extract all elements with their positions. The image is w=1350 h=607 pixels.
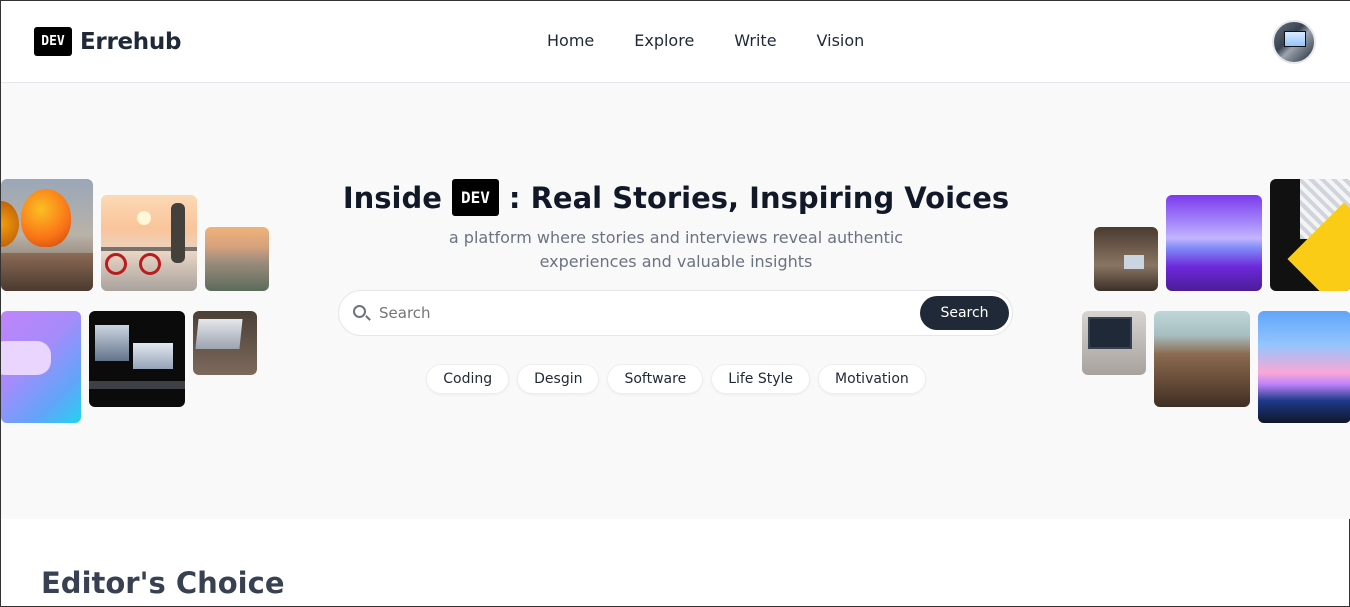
avatar-photo (1284, 31, 1306, 47)
search-button[interactable]: Search (920, 296, 1009, 330)
brand-name: Errehub (80, 28, 182, 55)
nav-link-home[interactable]: Home (547, 31, 594, 50)
category-tags: Coding Desgin Software Life Style Motiva… (1, 364, 1350, 394)
nav-link-write[interactable]: Write (734, 31, 776, 50)
hero-title-prefix: Inside (342, 180, 442, 215)
user-avatar[interactable] (1272, 20, 1316, 64)
tag-design[interactable]: Desgin (517, 364, 600, 394)
dev-title-badge: DEV (451, 179, 499, 216)
nav-link-vision[interactable]: Vision (817, 31, 865, 50)
search-input[interactable] (379, 299, 899, 327)
search-icon (353, 305, 366, 318)
editors-choice-heading: Editor's Choice (41, 566, 285, 600)
tag-software[interactable]: Software (607, 364, 704, 394)
top-navbar: DEV Errehub Home Explore Write Vision (1, 1, 1350, 83)
main-menu: Home Explore Write Vision (547, 31, 904, 50)
tag-motivation[interactable]: Motivation (818, 364, 926, 394)
hero-subtitle: a platform where stories and interviews … (448, 228, 904, 271)
tag-life-style[interactable]: Life Style (711, 364, 811, 394)
hero-title: Inside DEV : Real Stories, Inspiring Voi… (1, 179, 1350, 216)
dev-logo-badge: DEV (34, 27, 72, 56)
hero-section: Inside DEV : Real Stories, Inspiring Voi… (1, 83, 1350, 519)
nav-link-explore[interactable]: Explore (634, 31, 694, 50)
tag-coding[interactable]: Coding (426, 364, 510, 394)
search-bar: Search (338, 290, 1013, 336)
hero-title-suffix: : Real Stories, Inspiring Voices (508, 180, 1010, 215)
office-interior-photo (1094, 227, 1158, 291)
coastal-town-photo (205, 227, 269, 291)
logo[interactable]: DEV Errehub (34, 27, 181, 56)
